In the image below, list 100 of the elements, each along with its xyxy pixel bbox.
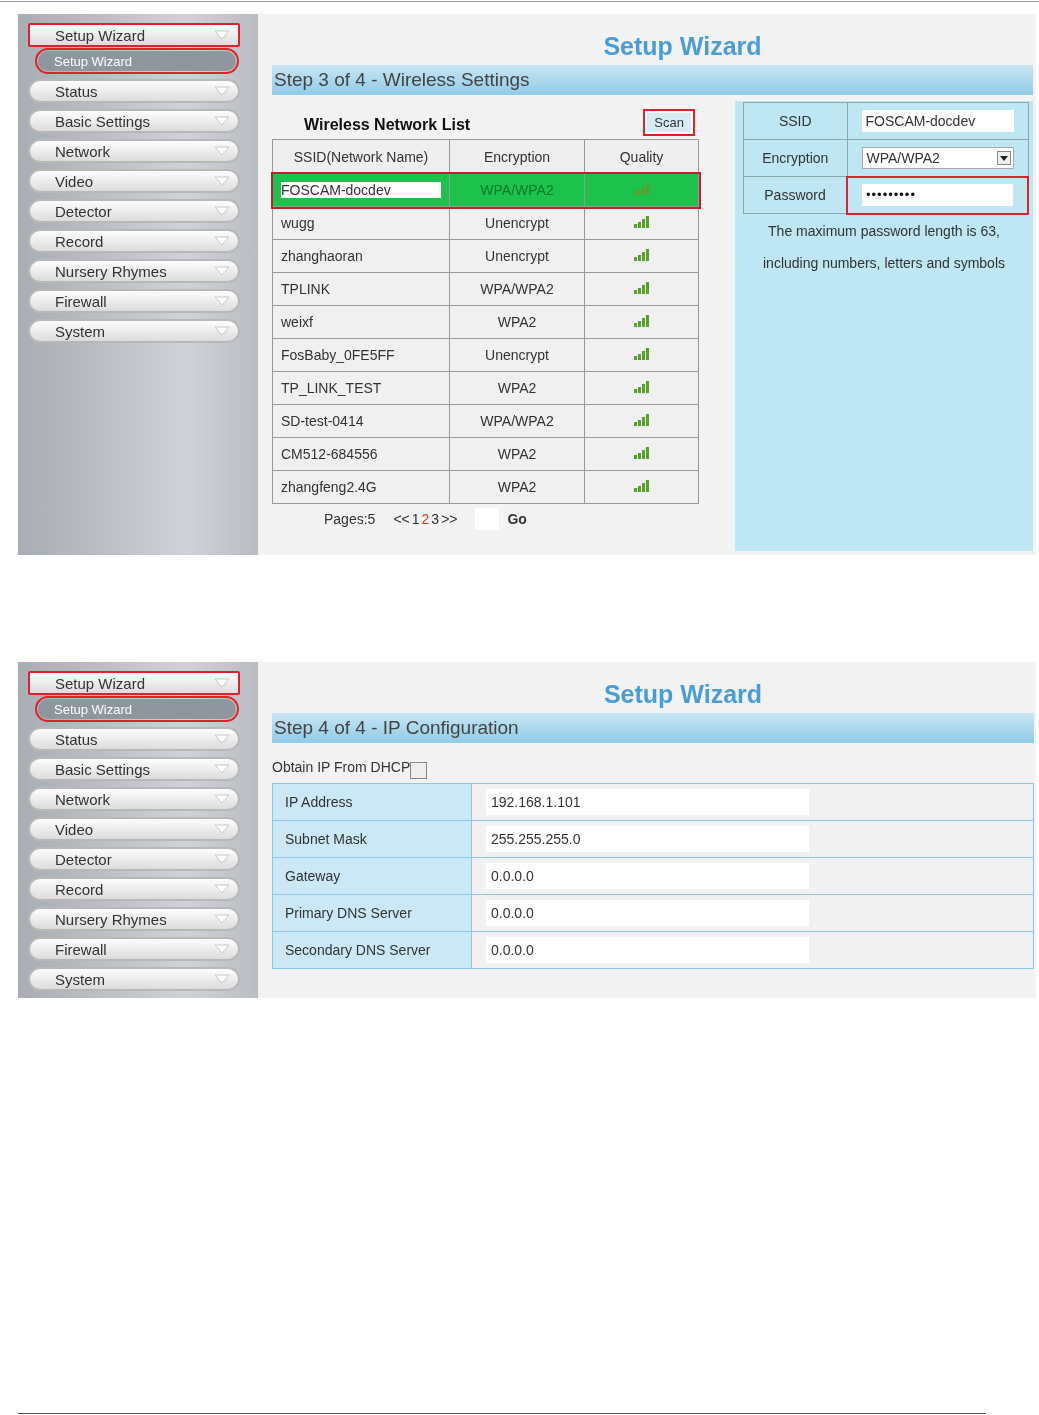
menu-item[interactable]: Nursery Rhymes: [28, 259, 240, 283]
menu-item[interactable]: Detector: [28, 199, 240, 223]
signal-icon: [632, 380, 651, 393]
go-link[interactable]: Go: [507, 511, 527, 527]
menu-item[interactable]: Nursery Rhymes: [28, 907, 240, 931]
column-header: SSID(Network Name): [272, 139, 450, 174]
network-row[interactable]: FosBaby_0FE5FF Unencrypt: [272, 338, 699, 372]
table-cell: WPA/WPA2: [480, 413, 554, 429]
signal-icon: [632, 413, 651, 426]
network-row[interactable]: FOSCAM-docdev WPA/WPA2: [272, 173, 699, 207]
menu-item[interactable]: Firewall: [28, 289, 240, 313]
menu-item[interactable]: Record: [28, 877, 240, 901]
table-cell: Unencrypt: [485, 215, 549, 231]
menu-item[interactable]: System: [28, 319, 240, 343]
table-cell: Unencrypt: [485, 347, 549, 363]
table-cell: weixf: [281, 314, 313, 330]
caret-icon: [214, 206, 230, 216]
menu-item[interactable]: Record: [28, 229, 240, 253]
column-header: Quality: [584, 139, 699, 174]
menu-item[interactable]: Firewall: [28, 937, 240, 961]
table-cell: FosBaby_0FE5FF: [281, 347, 395, 363]
caret-icon: [214, 86, 230, 96]
table-cell: zhangfeng2.4G: [281, 479, 377, 495]
menu-item[interactable]: Status: [28, 727, 240, 751]
table-cell: WPA2: [497, 314, 537, 330]
dhcp-checkbox[interactable]: [410, 761, 428, 779]
caret-icon: [214, 326, 230, 336]
network-row[interactable]: CM512-684556 WPA2: [272, 437, 699, 471]
table-cell: WPA2: [497, 446, 537, 462]
field-label: Primary DNS Server: [272, 894, 472, 932]
caret-icon: [214, 30, 230, 40]
pages-count: Pages:5: [324, 511, 376, 527]
network-row[interactable]: wugg Unencrypt: [272, 206, 699, 240]
table-cell: FOSCAM-docdev: [281, 182, 441, 198]
signal-icon: [632, 446, 651, 459]
caret-icon: [214, 734, 230, 744]
caret-icon: [214, 266, 230, 276]
caret-icon: [214, 296, 230, 306]
menu-item[interactable]: Network: [28, 139, 240, 163]
input-field[interactable]: 0.0.0.0: [486, 937, 809, 963]
dhcp-label: Obtain IP From DHCP: [272, 759, 411, 775]
signal-icon: [632, 182, 651, 195]
caret-icon: [214, 236, 230, 246]
caret-icon: [214, 884, 230, 894]
input-field[interactable]: 0.0.0.0: [486, 863, 809, 889]
signal-icon: [632, 479, 651, 492]
encryption-select[interactable]: WPA/WPA2: [861, 146, 1014, 169]
caret-icon: [214, 764, 230, 774]
page-link[interactable]: 3: [431, 511, 440, 527]
table-cell: WPA2: [497, 479, 537, 495]
menu-item[interactable]: Detector: [28, 847, 240, 871]
caret-icon: [214, 914, 230, 924]
menu-item[interactable]: Video: [28, 169, 240, 193]
input-field[interactable]: 192.168.1.101: [486, 789, 809, 815]
prev-link[interactable]: <<: [393, 511, 410, 527]
menu-item[interactable]: Basic Settings: [28, 109, 240, 133]
caret-icon: [214, 146, 230, 156]
menu-item[interactable]: Status: [28, 79, 240, 103]
network-row[interactable]: weixf WPA2: [272, 305, 699, 339]
caret-icon: [214, 974, 230, 984]
network-row[interactable]: zhangfeng2.4G WPA2: [272, 470, 699, 504]
menu-item[interactable]: Video: [28, 817, 240, 841]
network-row[interactable]: zhanghaoran Unencrypt: [272, 239, 699, 273]
page-link[interactable]: 2: [421, 511, 430, 527]
signal-icon: [632, 347, 651, 360]
page-link[interactable]: 1: [411, 511, 420, 527]
table-cell: TPLINK: [281, 281, 330, 297]
input-field[interactable]: 0.0.0.0: [486, 900, 809, 926]
caret-icon: [214, 944, 230, 954]
caret-icon: [214, 824, 230, 834]
table-cell: Unencrypt: [485, 248, 549, 264]
step-bar: Step 4 of 4 - IP Configuration: [272, 713, 1034, 743]
ssid-field[interactable]: FOSCAM-docdev: [861, 110, 1014, 132]
menu-item[interactable]: Network: [28, 787, 240, 811]
list-title: Wireless Network List: [304, 116, 471, 134]
password-field[interactable]: •••••••••: [862, 184, 1013, 206]
next-link[interactable]: >>: [441, 511, 458, 527]
step-bar: Step 3 of 4 - Wireless Settings: [272, 65, 1033, 95]
table-cell: zhanghaoran: [281, 248, 363, 264]
page-title: Setup Wizard: [602, 31, 763, 62]
table-cell: TP_LINK_TEST: [281, 380, 382, 396]
caret-icon: [214, 116, 230, 126]
field-label: Gateway: [272, 857, 472, 895]
signal-icon: [632, 314, 651, 327]
field-label: Subnet Mask: [272, 820, 472, 858]
network-row[interactable]: TP_LINK_TEST WPA2: [272, 371, 699, 405]
menu-item[interactable]: Basic Settings: [28, 757, 240, 781]
network-row[interactable]: SD-test-0414 WPA/WPA2: [272, 404, 699, 438]
menu-item[interactable]: Setup Wizard: [28, 23, 240, 47]
menu-item[interactable]: Setup Wizard: [28, 671, 240, 695]
signal-icon: [632, 248, 651, 261]
column-header: Encryption: [449, 139, 585, 174]
input-field[interactable]: 255.255.255.0: [486, 826, 809, 852]
field-label: Secondary DNS Server: [272, 931, 472, 969]
table-cell: SD-test-0414: [281, 413, 364, 429]
caret-icon: [214, 794, 230, 804]
scan-button[interactable]: Scan: [643, 108, 695, 136]
menu-item[interactable]: System: [28, 967, 240, 991]
password-note: The maximum password length is 63, including numbers, letters and symbols: [762, 221, 1006, 273]
network-row[interactable]: TPLINK WPA/WPA2: [272, 272, 699, 306]
